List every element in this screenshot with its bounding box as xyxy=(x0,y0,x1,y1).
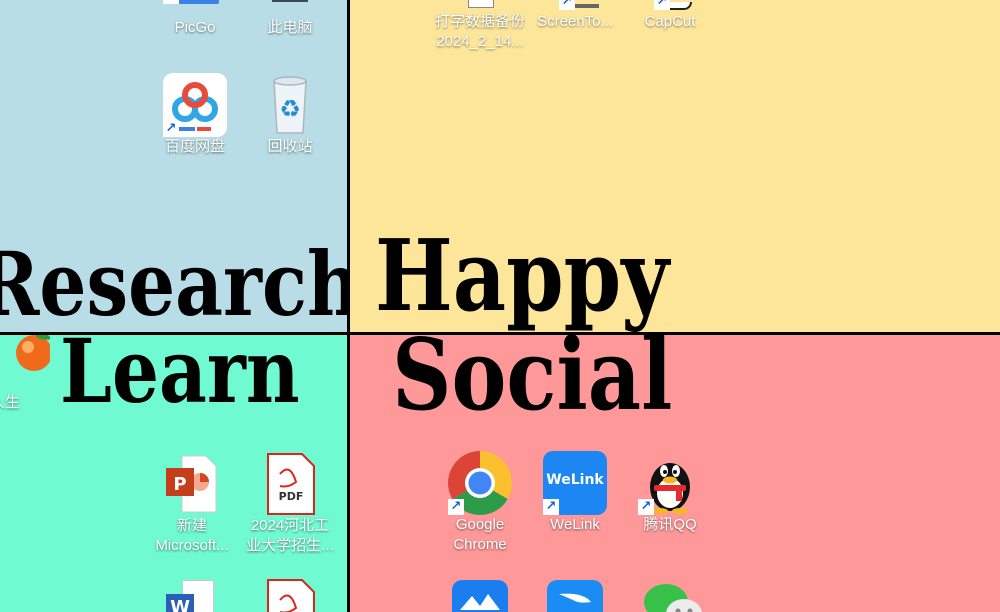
powerpoint-icon: P xyxy=(160,452,224,516)
desktop-icon-label: 百度网盘 xyxy=(164,138,225,155)
desktop-icon-label-line1: 打字数据备份 xyxy=(434,13,525,30)
quadrant-title-research: Research xyxy=(0,232,347,332)
desktop-icon-label: 你人生 xyxy=(0,394,20,411)
desktop-icon-recycle-bin[interactable]: ♻ 回收站 xyxy=(240,73,340,157)
capcut-icon: ↗ xyxy=(638,0,702,12)
desktop-icon-label-line2: 2024_2_14... xyxy=(436,33,524,50)
desktop-icon-label-line1: Google xyxy=(455,516,505,533)
screento-icon: ↗ xyxy=(543,0,607,12)
pdf-badge: PDF xyxy=(278,490,304,503)
desktop-icon-capcut[interactable]: ↗ CapCut xyxy=(620,0,720,32)
vertical-divider xyxy=(347,0,350,612)
desktop-icon-label: CapCut xyxy=(644,13,696,30)
word-icon: W xyxy=(160,578,224,612)
quadrant-title-happy: Happy xyxy=(375,219,670,332)
desktop-icon-dingtalk[interactable] xyxy=(525,578,625,612)
desktop-icon-label: 此电脑 xyxy=(267,19,313,36)
desktop-icon-welink[interactable]: WeLink ↗ WeLink xyxy=(525,451,625,535)
desktop-icon-label: 腾讯QQ xyxy=(643,516,697,533)
desktop-icon-label-line2: 业大学招生... xyxy=(246,537,334,554)
desktop-icon-label: PicGo xyxy=(174,19,216,36)
quadrant-title-social: Social xyxy=(392,335,673,433)
orange-app-icon xyxy=(0,335,50,393)
computer-icon xyxy=(258,0,322,18)
pdf-icon xyxy=(258,578,322,612)
picgo-icon: ↗ xyxy=(163,0,227,18)
desktop-icon-label-line2: Chrome xyxy=(453,536,507,553)
svg-text:P: P xyxy=(173,474,186,495)
desktop-icon-this-pc[interactable]: 此电脑 xyxy=(240,0,340,38)
desktop-icon-wechat[interactable] xyxy=(620,578,720,612)
desktop-icon-label-line1: 2024河北工 xyxy=(250,517,330,534)
desktop-icon-feishu[interactable] xyxy=(430,578,530,612)
pdf-icon: PDF xyxy=(258,452,322,516)
wechat-icon xyxy=(638,578,702,612)
qq-penguin-icon: ↗ xyxy=(638,451,702,515)
blue-mountain-app-icon xyxy=(448,578,512,612)
file-icon xyxy=(448,0,512,12)
desktop-icon-picgo[interactable]: ↗ PicGo xyxy=(145,0,245,38)
desktop-icon-label: ScreenTo... xyxy=(537,13,613,30)
desktop-icon-ppt[interactable]: P 新建 Microsoft... xyxy=(142,452,242,556)
desktop-icon-label-line2: Microsoft... xyxy=(155,537,229,554)
quadrant-research: Research ↗ PicGo 此电脑 ↗ 百度网盘 xyxy=(0,0,347,332)
desktop-icon-pdf-2[interactable] xyxy=(240,578,340,612)
welink-logo-text: WeLink xyxy=(546,472,604,488)
horizontal-divider xyxy=(0,332,1000,335)
desktop-icon-label: 回收站 xyxy=(267,138,313,155)
desktop-icon-label: WeLink xyxy=(550,516,600,533)
desktop-icon-google-chrome[interactable]: ↗ Google Chrome xyxy=(430,451,530,555)
recycle-bin-icon: ♻ xyxy=(258,73,322,137)
desktop-icon-baidu-netdisk[interactable]: ↗ 百度网盘 xyxy=(145,73,245,157)
desktop-icon-tencent-qq[interactable]: ↗ 腾讯QQ xyxy=(620,451,720,535)
quadrant-learn: Learn 你人生 P 新建 Microsoft... xyxy=(0,335,347,612)
desktop-icon-word[interactable]: W xyxy=(142,578,242,612)
baidu-netdisk-icon: ↗ xyxy=(163,73,227,137)
desktop-icon-label-line1: 新建 xyxy=(176,517,207,534)
quadrant-social: Social ↗ Google Chrome WeLink ↗ WeLink ↗… xyxy=(350,335,1000,612)
quadrant-title-learn: Learn xyxy=(60,335,300,423)
chrome-icon: ↗ xyxy=(448,451,512,515)
welink-icon: WeLink ↗ xyxy=(543,451,607,515)
desktop-icon-typing-backup[interactable]: 打字数据备份 2024_2_14... xyxy=(430,0,530,52)
desktop-icon-pdf-hebut[interactable]: PDF 2024河北工 业大学招生... xyxy=(240,452,340,556)
word-badge: W xyxy=(166,594,194,612)
svg-text:♻: ♻ xyxy=(279,95,301,123)
desktop-icon-screento[interactable]: ↗ ScreenTo... xyxy=(525,0,625,32)
quadrant-happy: Happy 打字数据备份 2024_2_14... ↗ ScreenTo... … xyxy=(350,0,1000,332)
dingtalk-icon xyxy=(543,578,607,612)
desktop-icon-partial[interactable]: 你人生 xyxy=(0,335,68,413)
